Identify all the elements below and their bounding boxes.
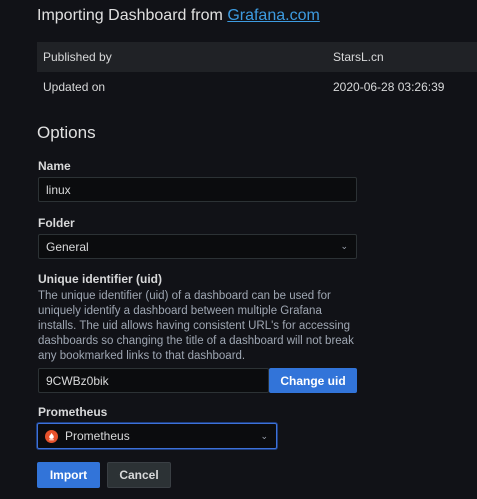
prometheus-select-content: Prometheus <box>45 429 130 443</box>
folder-select-value: General <box>46 239 89 254</box>
folder-select[interactable]: General ⌄ <box>38 234 357 259</box>
info-value: StarsL.cn <box>333 50 384 64</box>
uid-input[interactable]: 9CWBz0bik <box>38 368 269 393</box>
dashboard-info-table: Published by StarsL.cn Updated on 2020-0… <box>37 42 477 102</box>
info-label: Updated on <box>43 80 106 94</box>
name-input-value: linux <box>46 182 71 197</box>
page-title-text: Importing Dashboard from <box>37 7 228 24</box>
info-value: 2020-06-28 03:26:39 <box>333 80 445 94</box>
prometheus-datasource-select[interactable]: Prometheus ⌄ <box>37 423 277 449</box>
uid-label: Unique identifier (uid) <box>38 272 162 286</box>
info-row-published-by: Published by StarsL.cn <box>37 42 477 72</box>
change-uid-button[interactable]: Change uid <box>269 368 357 393</box>
uid-description: The unique identifier (uid) of a dashboa… <box>38 290 354 362</box>
prometheus-label: Prometheus <box>38 405 108 419</box>
chevron-down-icon: ⌄ <box>340 241 348 251</box>
cancel-button[interactable]: Cancel <box>107 462 171 488</box>
info-label: Published by <box>43 50 112 64</box>
grafana-com-link[interactable]: Grafana.com <box>227 7 319 24</box>
info-row-updated-on: Updated on 2020-06-28 03:26:39 <box>37 72 477 102</box>
page-title: Importing Dashboard from Grafana.com <box>37 7 320 25</box>
prometheus-select-value: Prometheus <box>65 429 130 443</box>
prometheus-icon <box>45 429 58 443</box>
name-label: Name <box>38 159 71 173</box>
options-heading: Options <box>37 123 96 142</box>
folder-label: Folder <box>38 216 75 230</box>
chevron-down-icon: ⌄ <box>260 430 268 441</box>
import-button[interactable]: Import <box>37 462 100 488</box>
name-input[interactable]: linux <box>38 177 357 202</box>
uid-input-value: 9CWBz0bik <box>46 373 109 388</box>
